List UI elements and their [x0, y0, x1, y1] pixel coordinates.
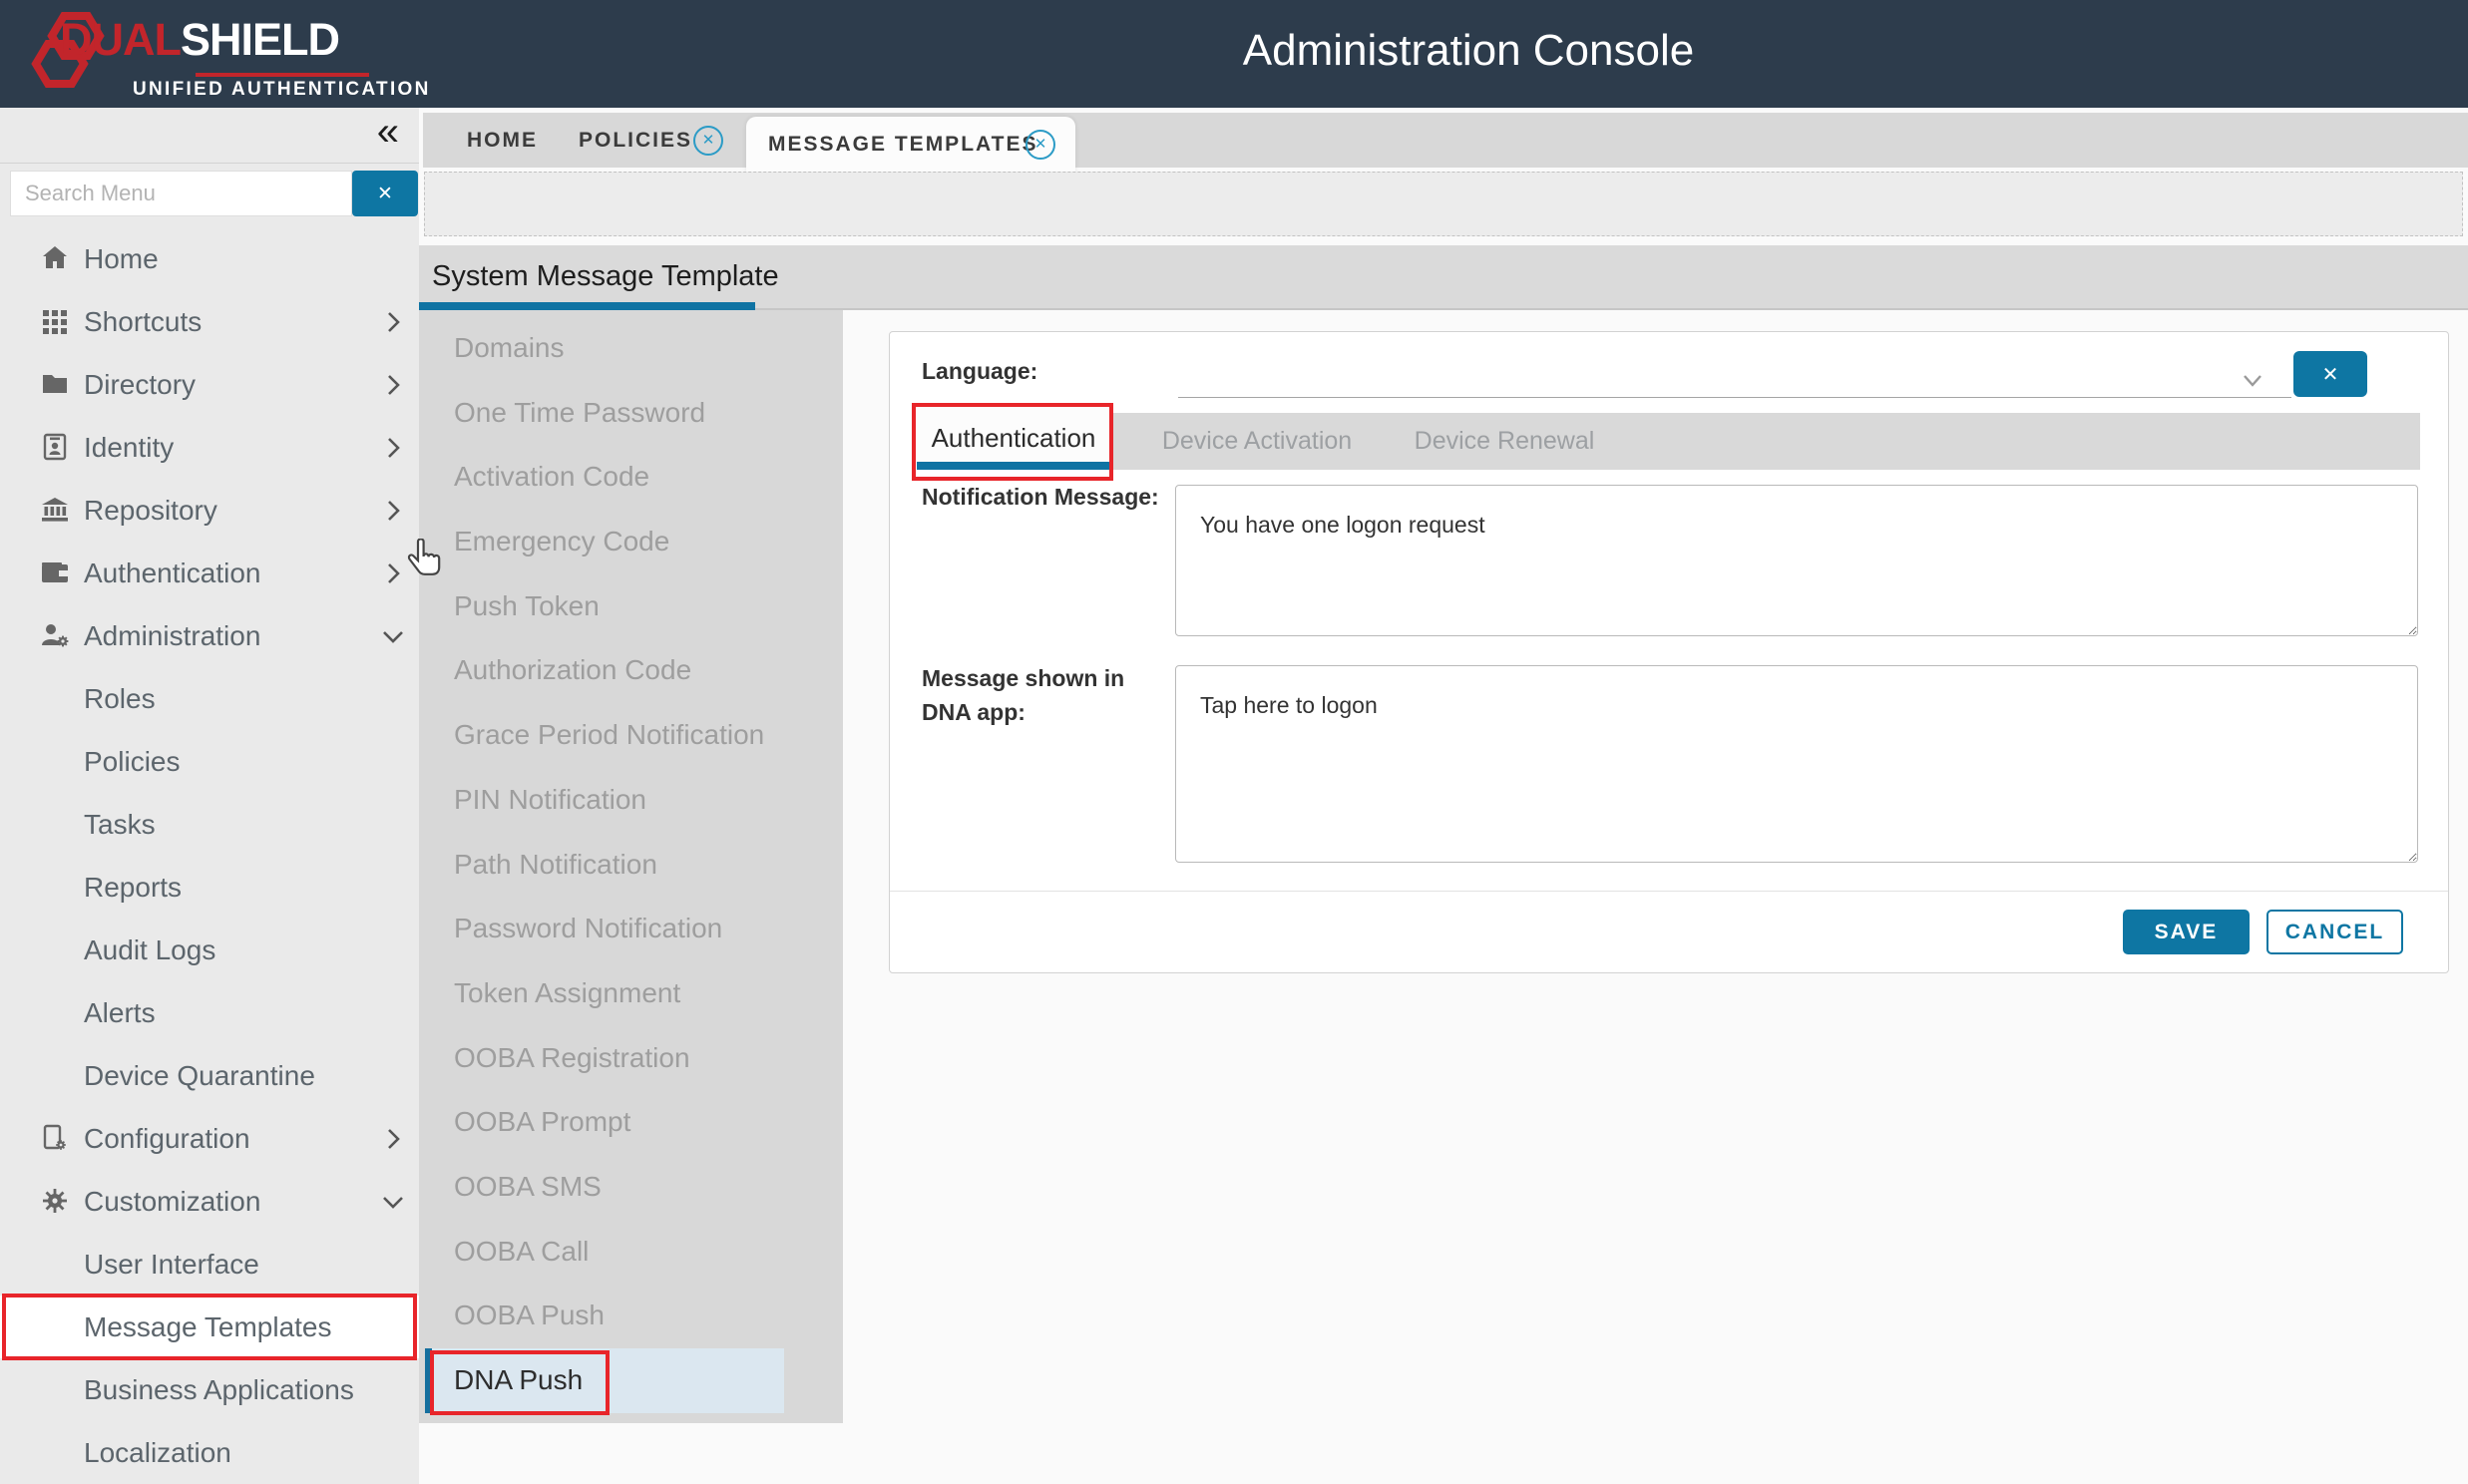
chevron-right-icon [379, 1125, 407, 1153]
sidebar-item-authentication[interactable]: Authentication [0, 542, 419, 604]
template-item-ooba-prompt[interactable]: OOBA Prompt [419, 1090, 843, 1155]
sidebar-item-user-interface[interactable]: User Interface [0, 1233, 419, 1296]
sidebar-item-administration[interactable]: Administration [0, 604, 419, 667]
chevron-down-icon [379, 622, 407, 650]
message-template-form: Language: ✕ Authentication Device Activa… [889, 331, 2449, 973]
search-clear-button[interactable]: ✕ [352, 171, 418, 216]
wallet-icon [40, 557, 70, 587]
sidebar-item-device-quarantine[interactable]: Device Quarantine [0, 1044, 419, 1107]
chevron-right-icon [379, 497, 407, 525]
template-list: Domains One Time Password Activation Cod… [419, 310, 843, 1423]
sidebar-item-shortcuts[interactable]: Shortcuts [0, 290, 419, 353]
template-item-authorization-code[interactable]: Authorization Code [419, 638, 843, 703]
dna-app-message-label: Message shown in DNA app: [922, 661, 1161, 729]
sidebar-item-policies[interactable]: Policies [0, 730, 419, 793]
sidebar-item-localization[interactable]: Localization [0, 1421, 419, 1484]
logo-wordmark: DUALSHIELD [60, 14, 339, 66]
chevron-right-icon [379, 371, 407, 399]
bank-icon [40, 495, 70, 525]
notification-message-input[interactable]: You have one logon request [1175, 485, 2418, 636]
template-item-ooba-sms[interactable]: OOBA SMS [419, 1155, 843, 1220]
sidebar: « ✕ Home Shortcuts Directory [0, 108, 419, 1484]
template-item-pin-notification[interactable]: PIN Notification [419, 768, 843, 833]
id-card-icon [40, 432, 70, 462]
sidebar-item-reports[interactable]: Reports [0, 856, 419, 919]
sidebar-item-roles[interactable]: Roles [0, 667, 419, 730]
home-icon [40, 243, 70, 273]
tab-message-templates[interactable]: MESSAGE TEMPLATES ✕ [746, 117, 1075, 172]
language-clear-button[interactable]: ✕ [2293, 351, 2367, 397]
sidebar-item-home[interactable]: Home [0, 227, 419, 290]
chevron-down-icon [379, 1188, 407, 1216]
tab-device-renewal[interactable]: Device Renewal [1375, 413, 1634, 470]
template-item-password-notification[interactable]: Password Notification [419, 897, 843, 961]
sidebar-collapse-icon[interactable]: « [377, 110, 399, 155]
template-item-ooba-call[interactable]: OOBA Call [419, 1220, 843, 1285]
close-tab-policies-icon[interactable]: ✕ [693, 126, 723, 156]
template-item-ooba-registration[interactable]: OOBA Registration [419, 1026, 843, 1091]
template-item-push-token[interactable]: Push Token [419, 574, 843, 639]
sidebar-item-audit-logs[interactable]: Audit Logs [0, 919, 419, 981]
top-tab-bar [423, 113, 2468, 168]
save-button[interactable]: SAVE [2123, 910, 2250, 954]
tab-device-activation[interactable]: Device Activation [1127, 413, 1387, 470]
tab-home[interactable]: HOME [467, 113, 538, 168]
folder-icon [40, 369, 70, 399]
chevron-right-icon [379, 559, 407, 587]
chevron-right-icon [379, 434, 407, 462]
page-title: Administration Console [1243, 26, 1694, 76]
sidebar-item-repository[interactable]: Repository [0, 479, 419, 542]
app-header: DUALSHIELD UNIFIED AUTHENTICATION Admini… [0, 0, 2468, 108]
template-item-ooba-push[interactable]: OOBA Push [419, 1284, 843, 1348]
sidebar-item-customization[interactable]: Customization [0, 1170, 419, 1233]
sidebar-item-directory[interactable]: Directory [0, 353, 419, 416]
sidebar-item-alerts[interactable]: Alerts [0, 981, 419, 1044]
section-header: System Message Template [419, 245, 2468, 310]
section-title: System Message Template [432, 245, 779, 308]
sidebar-item-business-applications[interactable]: Business Applications [0, 1358, 419, 1421]
administration-console: DUALSHIELD UNIFIED AUTHENTICATION Admini… [0, 0, 2468, 1484]
doc-gear-icon [40, 1123, 70, 1153]
tab-message-templates-label: MESSAGE TEMPLATES [768, 117, 1037, 172]
template-item-token-assignment[interactable]: Token Assignment [419, 961, 843, 1026]
breadcrumb-placeholder-strip [424, 172, 2463, 236]
sidebar-item-tasks[interactable]: Tasks [0, 793, 419, 856]
sidebar-search: ✕ [10, 171, 418, 216]
mouse-pointer-icon [406, 539, 442, 582]
language-select[interactable] [1178, 397, 2291, 398]
language-label: Language: [922, 358, 1037, 385]
template-item-one-time-password[interactable]: One Time Password [419, 381, 843, 446]
template-item-dna-push[interactable]: DNA Push [425, 1348, 784, 1413]
chevron-right-icon [379, 308, 407, 336]
logo-underline [196, 73, 369, 77]
search-input[interactable] [10, 171, 352, 216]
template-item-emergency-code[interactable]: Emergency Code [419, 510, 843, 574]
section-title-active-indicator [419, 302, 755, 310]
user-gear-icon [40, 620, 70, 650]
language-chevron-down-icon[interactable] [2239, 366, 2266, 394]
notification-message-label: Notification Message: [922, 480, 1161, 514]
template-item-grace-period-notification[interactable]: Grace Period Notification [419, 703, 843, 768]
template-item-path-notification[interactable]: Path Notification [419, 833, 843, 898]
sidebar-item-configuration[interactable]: Configuration [0, 1107, 419, 1170]
footer-divider [890, 891, 2448, 892]
close-tab-message-templates-icon[interactable]: ✕ [1026, 130, 1055, 160]
gear-icon [40, 1186, 70, 1216]
dna-app-message-input[interactable]: Tap here to logon [1175, 665, 2418, 863]
logo-tagline: UNIFIED AUTHENTICATION [133, 79, 431, 101]
template-item-activation-code[interactable]: Activation Code [419, 445, 843, 510]
cancel-button[interactable]: CANCEL [2266, 910, 2403, 954]
tab-policies[interactable]: POLICIES [579, 113, 692, 168]
sidebar-divider [0, 163, 419, 164]
grid-icon [40, 306, 70, 336]
sidebar-item-message-templates[interactable]: Message Templates [0, 1296, 419, 1358]
template-item-domains[interactable]: Domains [419, 316, 843, 381]
tab-authentication[interactable]: Authentication [917, 408, 1110, 470]
sidebar-menu: Home Shortcuts Directory Identity Reposi… [0, 227, 419, 1484]
sidebar-item-identity[interactable]: Identity [0, 416, 419, 479]
